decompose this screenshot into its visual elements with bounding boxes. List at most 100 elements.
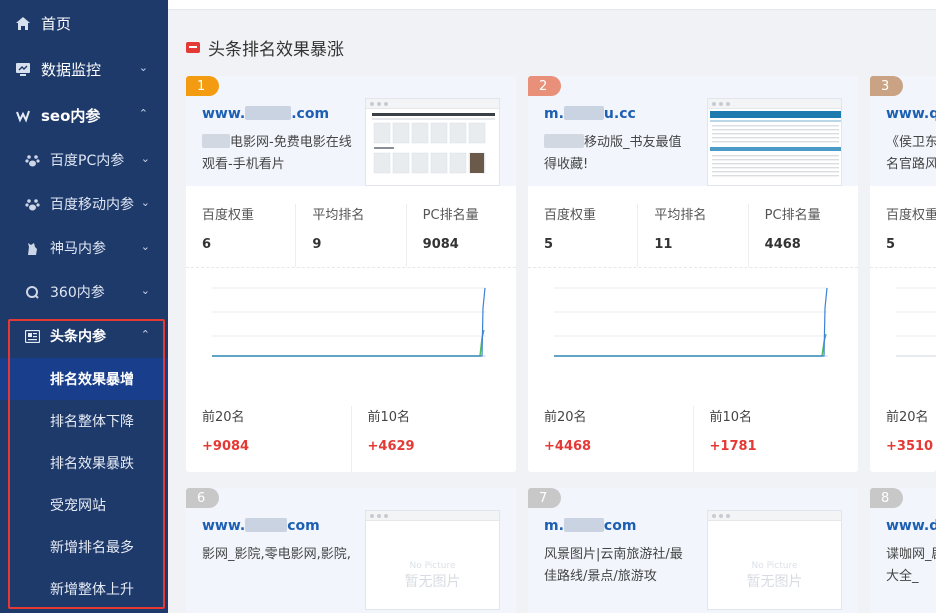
site-description: 《侯卫东名官路风: [886, 135, 936, 172]
rank-tag: 2: [528, 76, 561, 96]
site-description: 谍咖网_剧大全_: [886, 547, 936, 584]
stat-label-weight: 百度权重: [886, 208, 936, 223]
site-description: 影网_影院,零电影网,影院,: [202, 547, 351, 562]
top-bar: [168, 0, 936, 10]
nav-360-label: 360内参: [50, 285, 105, 301]
site-preview-image: [372, 113, 495, 174]
rank-tag: 1: [186, 76, 219, 96]
rank-tag: 3: [870, 76, 903, 96]
trend-line-blue: [554, 287, 828, 357]
nav-home[interactable]: 首页: [0, 0, 168, 46]
trend-line-green: [212, 329, 485, 357]
card-stats: 百度权重 5: [870, 186, 936, 268]
nav-baidu-pc-label: 百度PC内参: [50, 153, 125, 169]
nav-leaf-rank-decline[interactable]: 排名整体下降: [0, 400, 168, 442]
no-picture-placeholder: No Picture 暂无图片: [404, 561, 461, 590]
top20-label: 前20名: [544, 410, 587, 425]
site-domain[interactable]: m. com: [544, 518, 636, 534]
360-icon: [24, 284, 40, 300]
stat-value-weight: 5: [544, 237, 554, 252]
top20-value: +9084: [202, 439, 250, 454]
nav-home-label: 首页: [41, 14, 72, 33]
site-thumbnail[interactable]: [707, 98, 842, 186]
nav-leaf-favored-sites[interactable]: 受宠网站: [0, 484, 168, 526]
top10-label: 前10名: [367, 410, 411, 425]
rank-tag: 8: [870, 488, 903, 508]
site-card[interactable]: 8 www.di 谍咖网_剧大全_: [870, 488, 936, 613]
stat-value-pc-count: 9084: [422, 237, 459, 252]
site-card[interactable]: 2 m. u.cc 移动版_书友最值得收藏! 百度权重 5 平均排名 11 PC排名量…: [528, 76, 858, 472]
trend-chart: [870, 268, 936, 380]
top20-value: +3510: [886, 439, 934, 454]
nav-baidu-pc[interactable]: 百度PC内参 ⌄: [0, 138, 168, 182]
top20-label: 前20名: [202, 410, 245, 425]
site-domain[interactable]: www.qw: [886, 106, 936, 122]
nav-seo-group[interactable]: seo内参 ⌃: [0, 92, 168, 138]
chevron-down-icon: ⌄: [138, 61, 148, 74]
nav-toutiao-label: 头条内参: [50, 329, 106, 345]
top10-value: +1781: [709, 439, 757, 454]
section-title: 头条排名效果暴涨: [186, 34, 344, 60]
horse-icon: [24, 240, 40, 256]
trend-line-green: [554, 333, 827, 357]
site-domain[interactable]: www. com: [202, 518, 320, 534]
nav-leaf-rank-surge[interactable]: 排名效果暴增: [0, 358, 168, 400]
site-card[interactable]: 1 www. .com 电影网-免费电影在线观看-手机看片 百度权重 6 平均排名 9…: [186, 76, 516, 472]
nav-seo-group-label: seo内参: [41, 106, 101, 125]
site-description: 移动版_书友最值得收藏!: [544, 134, 682, 172]
nav-leaf-most-new-ranks[interactable]: 新增排名最多: [0, 526, 168, 568]
stat-value-avg-rank: 11: [654, 237, 673, 252]
trend-chart: [528, 268, 858, 380]
chevron-up-icon: ⌃: [140, 328, 150, 341]
home-icon: [14, 14, 32, 32]
nav-toutiao[interactable]: 头条内参 ⌃: [0, 314, 168, 358]
site-card[interactable]: 7 m. com 风景图片|云南旅游社/最佳路线/景点/旅游攻 No Pictur…: [528, 488, 858, 613]
nav-360[interactable]: 360内参 ⌄: [0, 270, 168, 314]
toutiao-badge-icon: [186, 41, 200, 53]
site-description: 风景图片|云南旅游社/最佳路线/景点/旅游攻: [544, 547, 683, 584]
nav-baidu-mobile[interactable]: 百度移动内参 ⌄: [0, 182, 168, 226]
stat-label-pc-count: PC排名量: [422, 208, 479, 223]
top10-label: 前10名: [709, 410, 753, 425]
stat-label-avg-rank: 平均排名: [312, 208, 365, 223]
site-card[interactable]: 3 www.qw 《侯卫东名官路风 百度权重 5 前20名 +3510: [870, 76, 936, 472]
chevron-down-icon: ⌄: [140, 240, 150, 253]
stat-label-avg-rank: 平均排名: [654, 208, 707, 223]
sidebar: 首页 数据监控 ⌄ seo内参 ⌃ 百度PC内参 ⌄ 百度移动内参 ⌄ 神马内参…: [0, 0, 168, 613]
site-domain[interactable]: m. u.cc: [544, 106, 636, 122]
nav-data-monitor[interactable]: 数据监控 ⌄: [0, 46, 168, 92]
stat-value-weight: 6: [202, 237, 212, 252]
site-thumbnail[interactable]: No Picture 暂无图片: [707, 510, 842, 610]
card-stats: 百度权重 6 平均排名 9 PC排名量 9084: [186, 186, 516, 268]
nav-baidu-mobile-label: 百度移动内参: [50, 197, 134, 213]
seo-icon: [14, 106, 32, 124]
nav-shenma[interactable]: 神马内参 ⌄: [0, 226, 168, 270]
card-footer: 前20名 +4468 前10名 +1781: [528, 380, 858, 472]
monitor-icon: [14, 60, 32, 78]
site-domain[interactable]: www. .com: [202, 106, 329, 122]
card-header: 2 m. u.cc 移动版_书友最值得收藏!: [528, 76, 858, 186]
rank-tag: 6: [186, 488, 219, 508]
site-card[interactable]: 6 www. com 影网_影院,零电影网,影院, No Picture 暂无图片: [186, 488, 516, 613]
nav-leaf-rank-plunge[interactable]: 排名效果暴跌: [0, 442, 168, 484]
nav-data-monitor-label: 数据监控: [41, 60, 102, 79]
newspaper-icon: [24, 328, 40, 344]
section-title-text: 头条排名效果暴涨: [208, 39, 344, 60]
nav-leaf-new-overall-rise[interactable]: 新增整体上升: [0, 568, 168, 610]
site-thumbnail[interactable]: No Picture 暂无图片: [365, 510, 500, 610]
nav-shenma-label: 神马内参: [50, 241, 106, 257]
stat-value-weight: 5: [886, 237, 896, 252]
card-footer: 前20名 +3510: [870, 380, 936, 472]
top10-value: +4629: [367, 439, 415, 454]
trend-line-blue: [212, 287, 486, 357]
card-header: 7 m. com 风景图片|云南旅游社/最佳路线/景点/旅游攻 No Pictur…: [528, 488, 858, 613]
top20-label: 前20名: [886, 410, 929, 425]
site-description: 电影网-免费电影在线观看-手机看片: [202, 134, 352, 172]
rank-tag: 7: [528, 488, 561, 508]
stat-label-weight: 百度权重: [544, 208, 597, 223]
site-thumbnail[interactable]: [365, 98, 500, 186]
site-domain[interactable]: www.di: [886, 518, 936, 534]
chevron-down-icon: ⌄: [140, 284, 150, 297]
stat-label-weight: 百度权重: [202, 208, 255, 223]
card-header: 1 www. .com 电影网-免费电影在线观看-手机看片: [186, 76, 516, 186]
